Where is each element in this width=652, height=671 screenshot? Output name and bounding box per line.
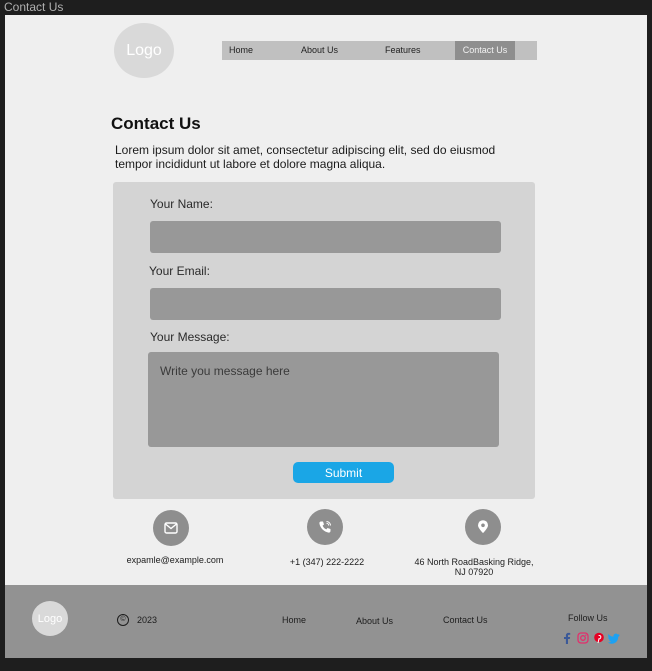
frame-title: Contact Us: [4, 0, 64, 14]
copyright: © 2023: [117, 614, 157, 626]
pinterest-icon[interactable]: [593, 632, 605, 644]
nav-item-features[interactable]: Features: [385, 41, 421, 60]
nav-item-about-us[interactable]: About Us: [301, 41, 338, 60]
contact-email[interactable]: expamle@example.com: [113, 555, 237, 565]
location-pin-icon: [465, 509, 501, 545]
footer: Logo © 2023 Home About Us Contact Us Fol…: [5, 585, 647, 658]
follow-us-label: Follow Us: [568, 613, 608, 623]
email-label: Your Email:: [149, 264, 210, 278]
page-frame: Logo Home About Us Features Contact Us C…: [5, 15, 647, 658]
contact-address: 46 North RoadBasking Ridge, NJ 07920: [405, 557, 543, 577]
nav-item-home[interactable]: Home: [229, 41, 253, 60]
instagram-icon[interactable]: [577, 632, 589, 644]
intro-text: Lorem ipsum dolor sit amet, consectetur …: [115, 143, 496, 171]
footer-logo[interactable]: Logo: [32, 601, 68, 636]
page-title: Contact Us: [111, 114, 201, 133]
name-input[interactable]: [150, 221, 501, 253]
nav-item-contact-us[interactable]: Contact Us: [455, 41, 515, 60]
footer-link-about-us[interactable]: About Us: [356, 616, 393, 626]
contact-phone[interactable]: +1 (347) 222-2222: [265, 557, 389, 567]
message-placeholder: Write you message here: [160, 364, 290, 378]
phone-icon: [307, 509, 343, 545]
footer-link-contact-us[interactable]: Contact Us: [443, 615, 488, 625]
message-label: Your Message:: [150, 330, 230, 344]
header-logo[interactable]: Logo: [114, 23, 174, 78]
submit-button[interactable]: Submit: [293, 462, 394, 483]
contact-form: Your Name: Your Email: Your Message: Wri…: [113, 182, 535, 499]
copyright-year: 2023: [137, 615, 158, 625]
twitter-icon[interactable]: [608, 632, 620, 644]
mail-icon: [153, 510, 189, 546]
message-textarea[interactable]: Write you message here: [148, 352, 499, 447]
name-label: Your Name:: [150, 197, 213, 211]
top-nav: Home About Us Features Contact Us: [222, 41, 537, 60]
facebook-icon[interactable]: [561, 632, 573, 644]
email-input[interactable]: [150, 288, 501, 320]
address-line-2: NJ 07920: [454, 567, 494, 577]
address-line-1: 46 North RoadBasking Ridge,: [414, 557, 534, 567]
copyright-icon: ©: [117, 614, 129, 626]
footer-link-home[interactable]: Home: [282, 615, 306, 625]
